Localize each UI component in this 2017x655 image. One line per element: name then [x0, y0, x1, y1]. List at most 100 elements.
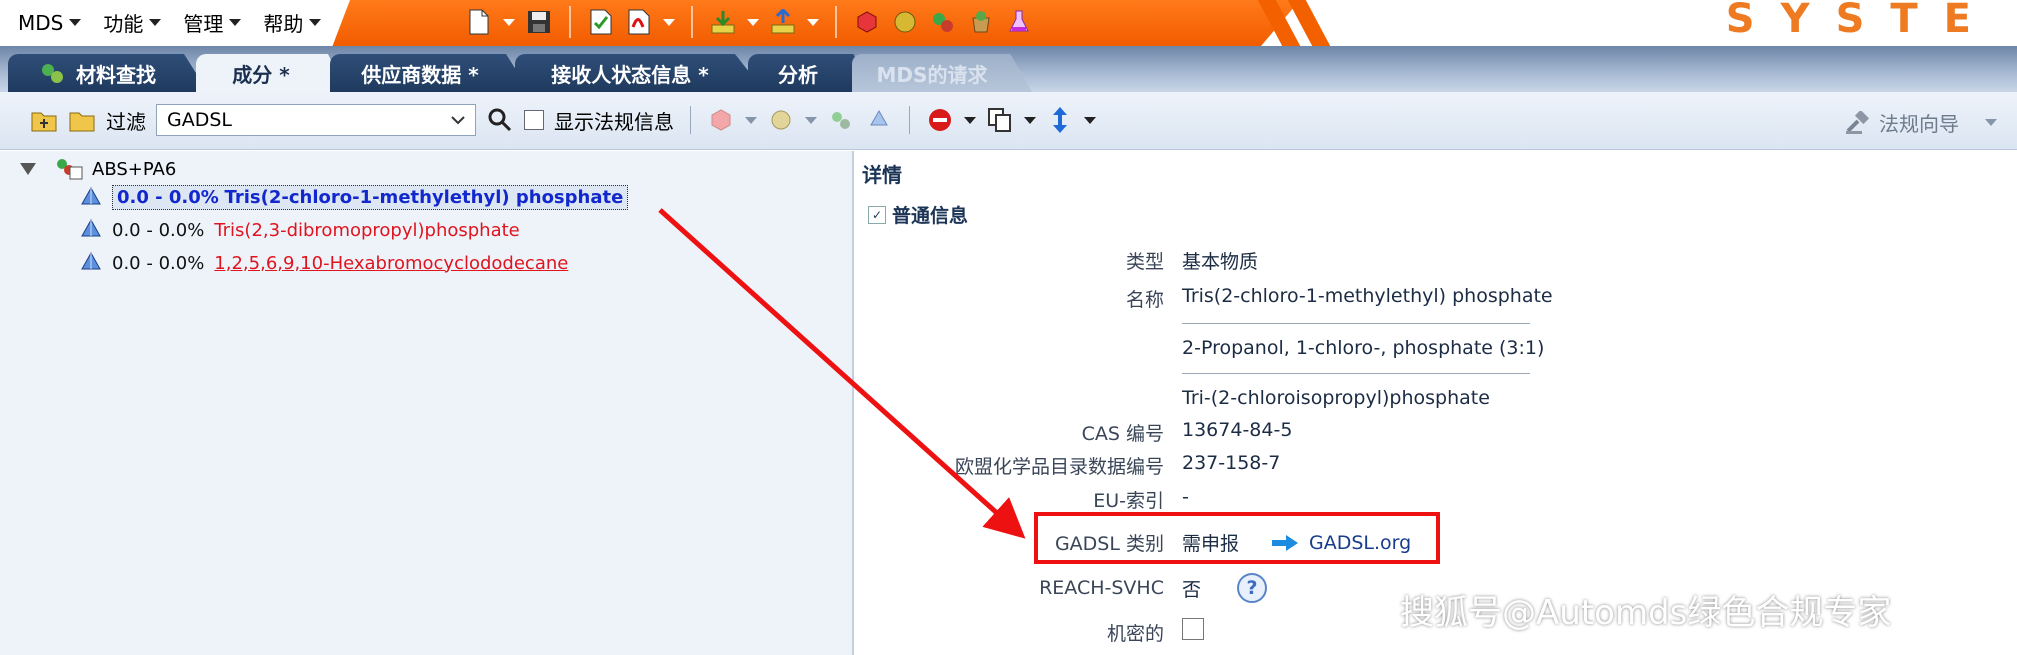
gadsl-row: 需申报 GADSL.org	[1182, 529, 1411, 556]
filter-select[interactable]: GADSL	[156, 104, 476, 136]
delete-icon[interactable]	[926, 105, 954, 135]
collapse-icon[interactable]: ✓	[868, 205, 886, 224]
flask-icon[interactable]	[1005, 7, 1033, 37]
chevron-down-icon[interactable]	[805, 116, 817, 124]
check-document-icon[interactable]	[587, 7, 615, 37]
chevron-down-icon	[309, 19, 322, 26]
main-toolbar	[465, 6, 1033, 38]
chevron-down-icon	[451, 116, 465, 125]
search-icon[interactable]	[486, 105, 514, 135]
save-icon[interactable]	[525, 7, 553, 37]
expand-triangle-icon[interactable]	[20, 163, 36, 175]
gadsl-link[interactable]: GADSL.org	[1271, 532, 1411, 554]
separator	[909, 106, 910, 134]
separator	[690, 106, 691, 134]
tab-mds-request[interactable]: MDS的请求	[852, 54, 1032, 92]
show-regulation-label: 显示法规信息	[554, 109, 674, 134]
tab-analysis[interactable]: 分析	[748, 54, 868, 92]
composition-tree: ABS+PA6 0.0 - 0.0% Tris(2-chloro-1-methy…	[0, 151, 852, 655]
chevron-down-icon[interactable]	[1024, 116, 1036, 124]
brand-logo-text: SYSTE	[1725, 0, 1997, 42]
regulation-wizard-button[interactable]: 法规向导	[1845, 108, 1997, 137]
chevron-down-icon[interactable]	[663, 18, 675, 26]
divider	[1182, 373, 1530, 374]
tree-root-label: ABS+PA6	[92, 158, 177, 180]
assembly-icon	[57, 159, 83, 180]
detail-panel: 详情 ✓ 普通信息 类型 基本物质 名称 Tris(2-chloro-1-met…	[852, 151, 2017, 655]
basic-substance-icon	[81, 186, 101, 204]
menu-admin[interactable]: 管理	[183, 8, 242, 37]
type-label: 类型	[1125, 251, 1164, 273]
name-label: 名称	[1125, 289, 1164, 311]
reach-label: REACH-SVHC	[1039, 577, 1164, 599]
eu-index-value: -	[1182, 486, 1189, 508]
tree-item-substance[interactable]: 0.0 - 0.0% 1,2,5,6,9,10-Hexabromocyclodo…	[80, 252, 568, 274]
pdf-icon[interactable]	[625, 7, 653, 37]
confidential-checkbox[interactable]	[1182, 617, 1204, 640]
add-component-icon[interactable]	[707, 105, 735, 135]
show-regulation-checkbox[interactable]	[524, 110, 544, 130]
reach-row: 否 ?	[1182, 573, 1268, 603]
tree-item-percentage: 0.0 - 0.0%	[112, 219, 205, 241]
chevron-down-icon[interactable]	[503, 18, 515, 26]
add-substance-icon[interactable]	[827, 105, 855, 135]
tab-composition[interactable]: 成分 *	[196, 54, 346, 92]
menu-mds[interactable]: MDS	[18, 8, 82, 37]
menu-function[interactable]: 功能	[103, 8, 162, 37]
separator	[835, 6, 837, 38]
tree-root-node[interactable]: ABS+PA6	[20, 157, 176, 181]
substance-icon[interactable]	[929, 7, 957, 37]
chevron-down-icon[interactable]	[964, 116, 976, 124]
separator	[569, 6, 571, 38]
chevron-down-icon[interactable]	[747, 18, 759, 26]
gavel-icon	[1846, 110, 1870, 134]
package-icon[interactable]	[967, 7, 995, 37]
chevron-down-icon[interactable]	[745, 116, 757, 124]
tree-item-name: Tris(2,3-dibromopropyl)phosphate	[214, 219, 520, 241]
chevron-down-icon[interactable]	[807, 18, 819, 26]
confidential-checkbox-wrap	[1182, 617, 1204, 640]
chevron-down-icon	[229, 19, 242, 26]
add-basic-substance-icon[interactable]	[865, 105, 893, 135]
gadsl-label: GADSL 类别	[1054, 533, 1164, 555]
filter-label: 过滤	[106, 109, 146, 134]
add-material-icon[interactable]	[767, 105, 795, 135]
help-icon[interactable]: ?	[1237, 573, 1268, 603]
detail-title: 详情	[862, 163, 902, 187]
component-icon[interactable]	[853, 7, 881, 37]
general-info-section[interactable]: ✓ 普通信息	[868, 201, 968, 228]
arrow-right-icon	[1272, 534, 1299, 551]
synonym-value: Tri-(2-chloroisopropyl)phosphate	[1182, 387, 1490, 409]
type-value: 基本物质	[1182, 251, 1259, 273]
tree-item-name: 1,2,5,6,9,10-Hexabromocyclododecane	[214, 252, 569, 274]
tab-strip: 材料查找 成分 * 供应商数据 * 接收人状态信息 * 分析 MDS的请求	[0, 46, 2017, 92]
chevron-down-icon	[1985, 119, 1997, 126]
basic-substance-icon	[81, 219, 101, 237]
new-document-icon[interactable]	[465, 7, 493, 37]
chevron-down-icon[interactable]	[1084, 116, 1096, 124]
tree-item-substance[interactable]: 0.0 - 0.0% Tris(2-chloro-1-methylethyl) …	[80, 185, 629, 210]
basic-substance-icon	[81, 252, 101, 270]
material-icon[interactable]	[891, 7, 919, 37]
tree-item-substance[interactable]: 0.0 - 0.0% Tris(2,3-dibromopropyl)phosph…	[80, 219, 520, 241]
export-icon[interactable]	[769, 7, 797, 37]
folder-icon[interactable]	[68, 105, 96, 135]
ec-number-label: 欧盟化学品目录数据编号	[954, 456, 1164, 478]
tab-supplier-data[interactable]: 供应商数据 *	[330, 54, 530, 92]
name-value: Tris(2-chloro-1-methylethyl) phosphate	[1182, 285, 1553, 307]
cas-value: 13674-84-5	[1182, 419, 1293, 441]
synonym-value: 2-Propanol, 1-chloro-, phosphate (3:1)	[1182, 337, 1545, 359]
add-folder-icon[interactable]	[30, 105, 58, 135]
cas-label: CAS 编号	[1081, 423, 1164, 445]
reach-value: 否	[1182, 578, 1202, 601]
tab-recipient-status[interactable]: 接收人状态信息 *	[515, 54, 765, 92]
tab-material-search[interactable]: 材料查找	[8, 54, 208, 92]
confidential-label: 机密的	[1106, 623, 1164, 645]
move-updown-icon[interactable]	[1046, 105, 1074, 135]
import-icon[interactable]	[709, 7, 737, 37]
tree-item-name: Tris(2-chloro-1-methylethyl) phosphate	[224, 187, 624, 208]
copy-icon[interactable]	[986, 105, 1014, 135]
divider	[1182, 323, 1530, 324]
ec-number-value: 237-158-7	[1182, 452, 1281, 474]
menu-help[interactable]: 帮助	[263, 8, 322, 37]
